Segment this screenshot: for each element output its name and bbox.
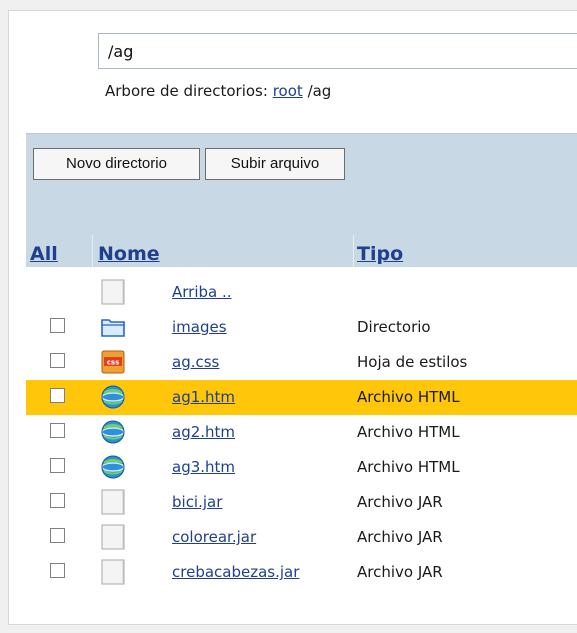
breadcrumb-root-link[interactable]: root (273, 82, 303, 100)
html-globe-icon (100, 384, 126, 410)
file-type: Hoja de estilos (357, 353, 468, 371)
column-separator (353, 235, 354, 267)
blank-file-icon (100, 559, 126, 585)
file-row[interactable]: Arriba .. (26, 275, 577, 310)
row-checkbox[interactable] (50, 563, 65, 578)
file-name-link[interactable]: ag.css (172, 353, 219, 371)
file-name-link[interactable]: ag1.htm (172, 388, 235, 406)
file-name-link[interactable]: colorear.jar (172, 528, 256, 546)
row-checkbox[interactable] (50, 423, 65, 438)
file-row[interactable]: images Directorio (26, 310, 577, 345)
file-type: Archivo HTML (357, 423, 460, 441)
row-checkbox[interactable] (50, 493, 65, 508)
svg-text:css: css (107, 359, 119, 367)
file-row[interactable]: bici.jar Archivo JAR (26, 485, 577, 520)
row-checkbox[interactable] (50, 318, 65, 333)
new-directory-button[interactable]: Novo directorio (33, 148, 200, 180)
select-all-header[interactable]: All (30, 243, 58, 265)
file-name-link[interactable]: crebacabezas.jar (172, 563, 299, 581)
type-column-header[interactable]: Tipo (357, 243, 403, 265)
name-column-header[interactable]: Nome (98, 243, 160, 265)
folder-icon (100, 314, 126, 340)
blank-file-icon (100, 489, 126, 515)
blank-file-icon (100, 279, 126, 305)
file-row[interactable]: ag1.htm Archivo HTML (26, 380, 577, 415)
file-list: Arriba .. images Directorio css ag.css Hoja d… (26, 275, 577, 590)
file-type: Archivo HTML (357, 388, 460, 406)
file-row[interactable]: colorear.jar Archivo JAR (26, 520, 577, 555)
file-name-link[interactable]: ag2.htm (172, 423, 235, 441)
html-globe-icon (100, 419, 126, 445)
file-name-link[interactable]: ag3.htm (172, 458, 235, 476)
breadcrumb-current: /ag (307, 82, 332, 100)
file-row[interactable]: crebacabezas.jar Archivo JAR (26, 555, 577, 590)
file-type: Directorio (357, 318, 431, 336)
breadcrumb-prefix: Arbore de directorios: (105, 82, 268, 100)
file-type: Archivo HTML (357, 458, 460, 476)
file-row[interactable]: ag3.htm Archivo HTML (26, 450, 577, 485)
column-separator (92, 235, 93, 267)
css-file-icon: css (100, 349, 126, 375)
breadcrumb: Arbore de directorios: root /ag (105, 82, 331, 100)
row-checkbox[interactable] (50, 388, 65, 403)
file-row[interactable]: css ag.css Hoja de estilos (26, 345, 577, 380)
file-name-link[interactable]: images (172, 318, 227, 336)
file-type: Archivo JAR (357, 563, 443, 581)
file-name-link[interactable]: Arriba .. (172, 283, 232, 301)
row-checkbox[interactable] (50, 528, 65, 543)
html-globe-icon (100, 454, 126, 480)
row-checkbox[interactable] (50, 353, 65, 368)
file-type: Archivo JAR (357, 528, 443, 546)
upload-file-button[interactable]: Subir arquivo (205, 148, 345, 180)
file-row[interactable]: ag2.htm Archivo HTML (26, 415, 577, 450)
path-input[interactable] (98, 33, 577, 69)
blank-file-icon (100, 524, 126, 550)
file-name-link[interactable]: bici.jar (172, 493, 222, 511)
file-type: Archivo JAR (357, 493, 443, 511)
row-checkbox[interactable] (50, 458, 65, 473)
